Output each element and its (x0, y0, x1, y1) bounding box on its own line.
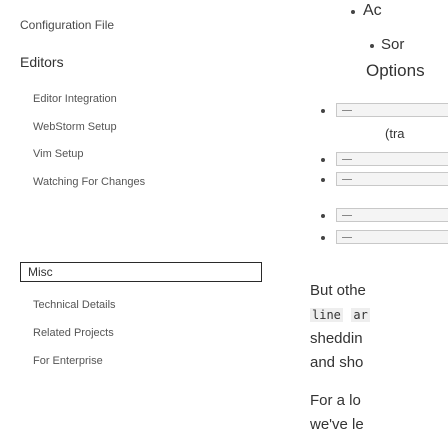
bullet-icon (321, 158, 325, 162)
paragraph-2-line-2: we've le (310, 416, 364, 433)
bullet-icon (321, 178, 325, 182)
code-snippet-thumbnail (336, 172, 448, 186)
paragraph-2-line-1: For a lo (310, 392, 361, 409)
bullet-icon (351, 10, 355, 14)
docs-sidebar: Configuration File Editors Editor Integr… (0, 0, 268, 448)
sub-bullet-text: Sor (381, 36, 405, 53)
options-heading: Options (366, 61, 425, 80)
sidebar-item-misc[interactable]: Misc (20, 262, 262, 282)
code-snippet-thumbnail (336, 208, 448, 222)
main-content: Ac Sor Options (tra But othe line ar she… (268, 0, 448, 448)
code-snippet-thumbnail (336, 152, 448, 166)
inline-code-line: line (310, 308, 343, 322)
sidebar-item-configuration-file[interactable]: Configuration File (20, 18, 114, 32)
inline-code-ar: ar (351, 308, 370, 322)
paragraph-1-code-line: line ar (310, 306, 370, 324)
sidebar-item-vim-setup[interactable]: Vim Setup (33, 148, 84, 160)
sidebar-item-technical-details[interactable]: Technical Details (33, 299, 116, 311)
sidebar-item-related-projects[interactable]: Related Projects (33, 327, 114, 339)
code-snippet-thumbnail (336, 230, 448, 244)
sidebar-section-editors[interactable]: Editors (20, 54, 64, 70)
sidebar-item-for-enterprise[interactable]: For Enterprise (33, 355, 103, 367)
bullet-icon (321, 214, 325, 218)
sidebar-item-webstorm-setup[interactable]: WebStorm Setup (33, 121, 117, 133)
bullet-icon (321, 109, 325, 113)
paragraph-1-line-3: sheddin (310, 330, 363, 347)
bullet-icon (370, 44, 374, 48)
top-bullet-text: Ac (363, 2, 382, 19)
sidebar-item-watching-for-changes[interactable]: Watching For Changes (33, 176, 145, 188)
sidebar-item-misc-label: Misc (28, 265, 53, 279)
sidebar-item-editor-integration[interactable]: Editor Integration (33, 93, 117, 105)
thumb-caption: (tra (385, 126, 405, 141)
paragraph-1-line-1: But othe (310, 282, 366, 299)
paragraph-1-line-4: and sho (310, 354, 364, 371)
code-snippet-thumbnail (336, 103, 448, 117)
bullet-icon (321, 236, 325, 240)
